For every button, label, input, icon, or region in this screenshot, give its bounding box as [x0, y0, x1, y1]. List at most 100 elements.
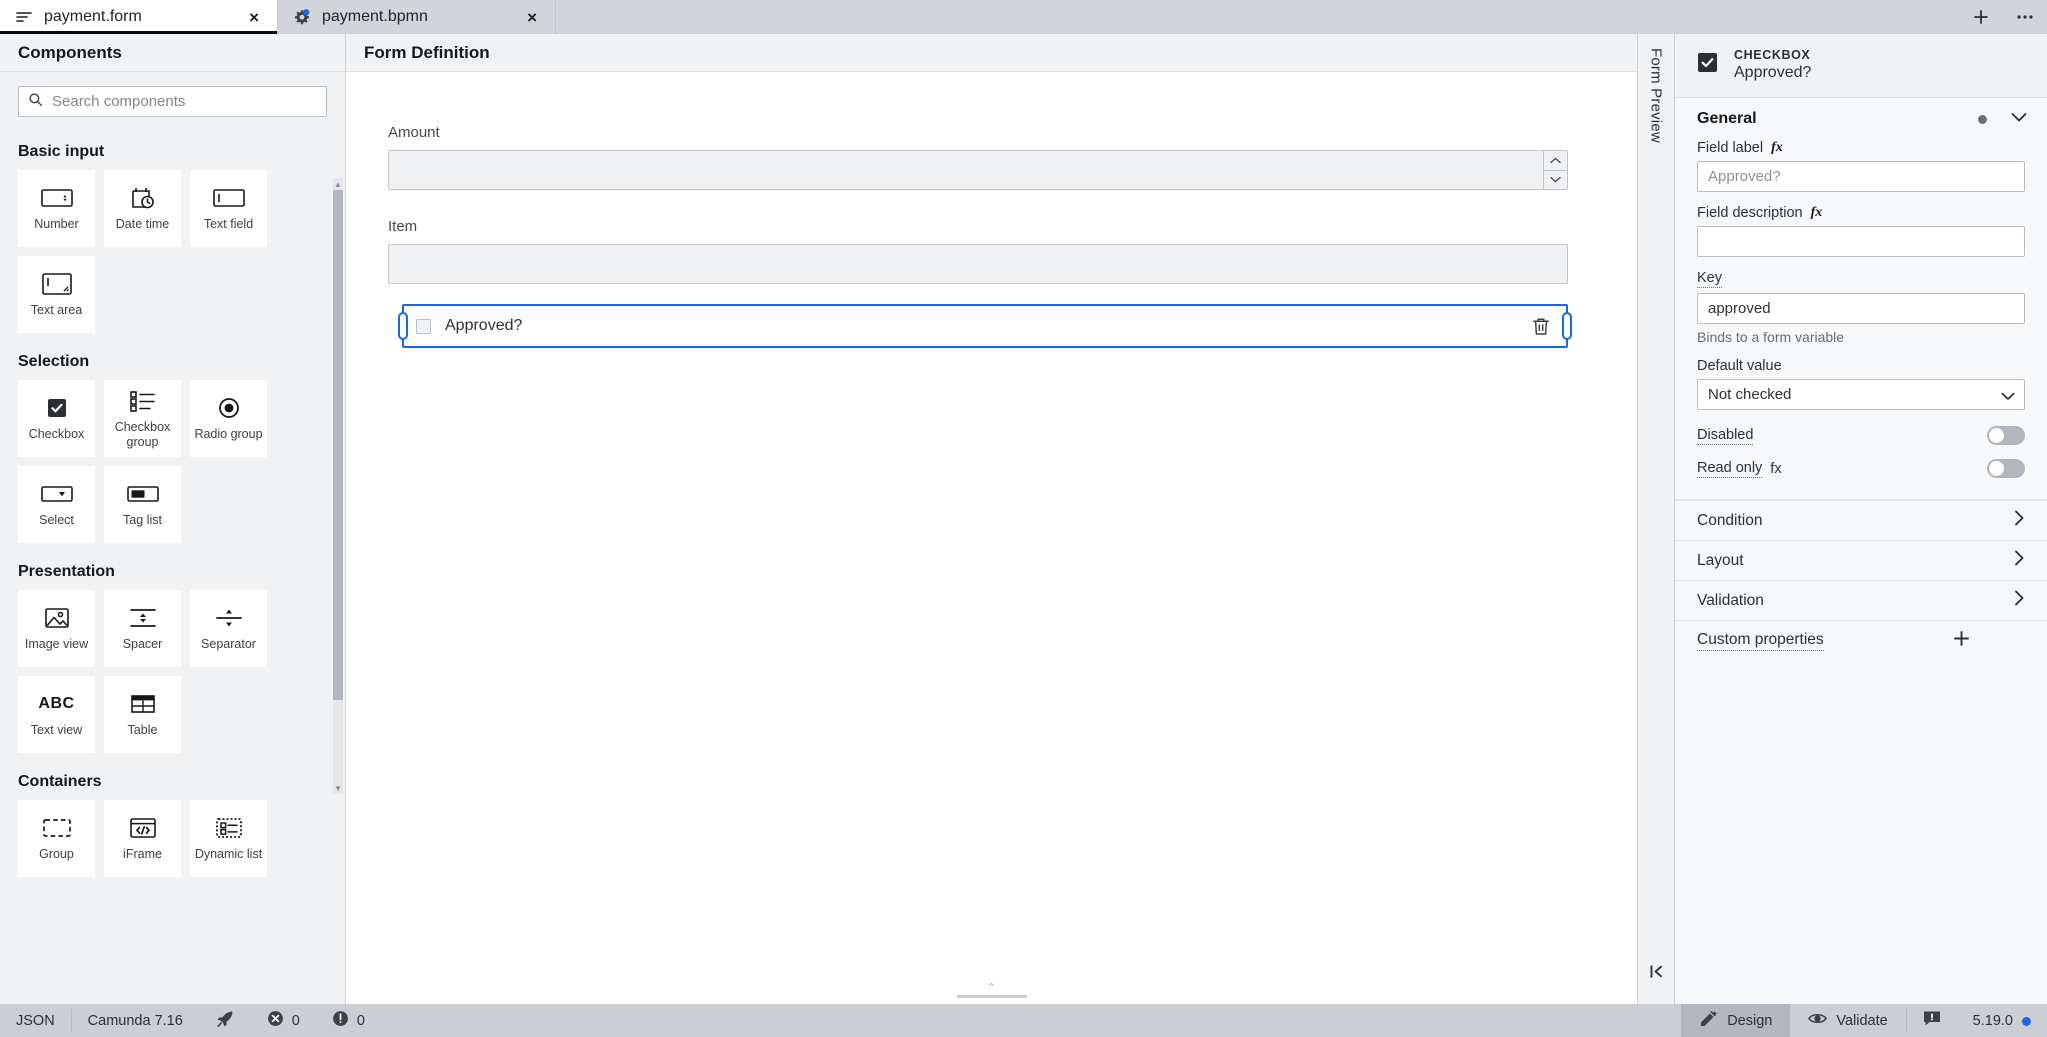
- palette-item-spacer[interactable]: Spacer: [104, 590, 181, 667]
- feedback-button[interactable]: [1907, 1004, 1957, 1037]
- palette-item-text-area[interactable]: Text area: [18, 256, 95, 333]
- prop-label-text: Field label: [1697, 140, 1764, 156]
- palette-item-date-time[interactable]: Date time: [104, 170, 181, 247]
- fx-icon[interactable]: fx: [1811, 205, 1823, 221]
- stepper-down-icon[interactable]: [1544, 171, 1567, 190]
- palette-item-table[interactable]: Table: [104, 676, 181, 753]
- default-value-select[interactable]: Not checked Checked: [1697, 379, 2025, 410]
- prop-label-text: Disabled: [1697, 426, 1754, 445]
- field-label: Amount: [388, 124, 440, 141]
- section-condition[interactable]: Condition: [1675, 500, 2047, 540]
- chevron-right-icon[interactable]: [2014, 550, 2025, 571]
- engine-label: Camunda 7.16: [87, 1012, 183, 1029]
- section-layout[interactable]: Layout: [1675, 540, 2047, 580]
- palette-item-number[interactable]: Number: [18, 170, 95, 247]
- scroll-down-icon[interactable]: ▼: [333, 782, 343, 794]
- palette-group-title-presentation: Presentation: [18, 563, 115, 580]
- read-only-toggle[interactable]: [1987, 459, 2025, 478]
- general-group-header[interactable]: General: [1675, 98, 2047, 136]
- stepper-up-icon[interactable]: [1544, 151, 1567, 171]
- deploy-button[interactable]: [199, 1004, 251, 1037]
- close-icon[interactable]: ×: [245, 7, 263, 28]
- select-dropdown-icon: [40, 481, 73, 507]
- status-format[interactable]: JSON: [0, 1004, 71, 1037]
- chevron-right-icon[interactable]: [2014, 590, 2025, 611]
- canvas-body[interactable]: Amount Item Approved? ⌃: [346, 72, 1637, 1004]
- text-input-value[interactable]: [389, 245, 1567, 283]
- dynamic-list-icon: [215, 815, 243, 841]
- section-validation[interactable]: Validation: [1675, 580, 2047, 620]
- section-title: Layout: [1697, 551, 1744, 569]
- status-engine[interactable]: Camunda 7.16: [72, 1004, 199, 1037]
- field-label-input[interactable]: [1697, 161, 2025, 192]
- tab-payment-form[interactable]: payment.form ×: [0, 0, 278, 34]
- number-input[interactable]: [388, 150, 1568, 190]
- prop-read-only: Read only fx: [1675, 452, 2047, 485]
- palette-item-label: Date time: [115, 217, 170, 232]
- error-count[interactable]: 0: [251, 1004, 316, 1037]
- trash-icon[interactable]: [1532, 317, 1554, 336]
- group-title: General: [1697, 110, 1757, 127]
- palette-item-group[interactable]: Group: [18, 800, 95, 877]
- palette-item-tag-list[interactable]: Tag list: [104, 466, 181, 543]
- key-hint: Binds to a form variable: [1697, 329, 1845, 345]
- design-mode-button[interactable]: Design: [1681, 1004, 1791, 1037]
- text-input[interactable]: [388, 244, 1568, 284]
- number-input-value[interactable]: [389, 151, 1543, 189]
- palette-item-text-view[interactable]: ABC Text view: [18, 676, 95, 753]
- palette-item-label: Text field: [203, 217, 254, 232]
- validate-mode-button[interactable]: Validate: [1790, 1004, 1905, 1037]
- disabled-toggle[interactable]: [1987, 426, 2025, 445]
- search-box[interactable]: [18, 86, 327, 117]
- search-input[interactable]: [52, 93, 317, 110]
- field-label: Item: [388, 218, 418, 235]
- fx-icon[interactable]: fx: [1771, 140, 1783, 156]
- palette-item-iframe[interactable]: iFrame: [104, 800, 181, 877]
- palette-item-image-view[interactable]: Image view: [18, 590, 95, 667]
- key-input[interactable]: [1697, 293, 2025, 324]
- text-area-icon: [41, 271, 72, 297]
- plus-icon[interactable]: [1952, 629, 1971, 652]
- form-field-amount[interactable]: Amount: [378, 116, 1578, 198]
- close-icon[interactable]: ×: [523, 7, 541, 28]
- more-options-button[interactable]: [2003, 0, 2047, 34]
- fx-icon[interactable]: fx: [1770, 461, 1781, 477]
- palette-group-presentation: Image view Spacer Separator ABC Text vie…: [18, 590, 327, 753]
- prop-label-text: Default value: [1697, 358, 1782, 374]
- tab-form-preview[interactable]: Form Preview: [1648, 48, 1665, 143]
- number-stepper[interactable]: [1543, 151, 1567, 189]
- checkbox-group-icon: [129, 388, 157, 414]
- new-tab-button[interactable]: [1959, 0, 2003, 34]
- warning-count[interactable]: 0: [316, 1004, 381, 1037]
- drag-bar[interactable]: [956, 995, 1027, 998]
- palette-item-separator[interactable]: Separator: [190, 590, 267, 667]
- scroll-up-icon[interactable]: ▲: [333, 178, 343, 190]
- palette-item-text-field[interactable]: Text field: [190, 170, 267, 247]
- palette-group-selection: Checkbox Checkbox group Radio group Sele…: [18, 380, 327, 543]
- field-description-input[interactable]: [1697, 226, 2025, 257]
- resize-handle-left[interactable]: [398, 312, 408, 340]
- palette-item-checkbox-group[interactable]: Checkbox group: [104, 380, 181, 457]
- tab-bar-spacer: [556, 0, 1959, 34]
- palette-item-radio-group[interactable]: Radio group: [190, 380, 267, 457]
- properties-panel: CHECKBOX Approved? General Field label f…: [1675, 34, 2047, 1004]
- warning-icon: [332, 1010, 349, 1031]
- checkbox-input[interactable]: [416, 318, 431, 334]
- version-label-cell[interactable]: 5.19.0: [1957, 1004, 2047, 1037]
- palette-scrollbar[interactable]: ▲ ▼: [333, 178, 343, 794]
- palette-item-dynamic-list[interactable]: Dynamic list: [190, 800, 267, 877]
- bpmn-gear-icon: [292, 7, 312, 27]
- collapse-panel-icon[interactable]: [1648, 963, 1665, 986]
- section-custom-properties[interactable]: Custom properties: [1675, 620, 2047, 660]
- palette-item-checkbox[interactable]: Checkbox: [18, 380, 95, 457]
- chevron-right-icon[interactable]: [2014, 510, 2025, 531]
- palette-item-select[interactable]: Select: [18, 466, 95, 543]
- checkbox-checked-icon: [1697, 52, 1718, 78]
- form-field-item[interactable]: Item: [378, 210, 1578, 292]
- form-field-approved-selected[interactable]: Approved?: [398, 304, 1572, 348]
- resize-handle-right[interactable]: [1562, 312, 1572, 340]
- tab-payment-bpmn[interactable]: payment.bpmn ×: [278, 0, 556, 34]
- scrollbar-thumb[interactable]: [333, 190, 343, 700]
- chevron-down-icon[interactable]: [2011, 110, 2027, 128]
- canvas-resize-handle[interactable]: ⌃: [956, 983, 1027, 998]
